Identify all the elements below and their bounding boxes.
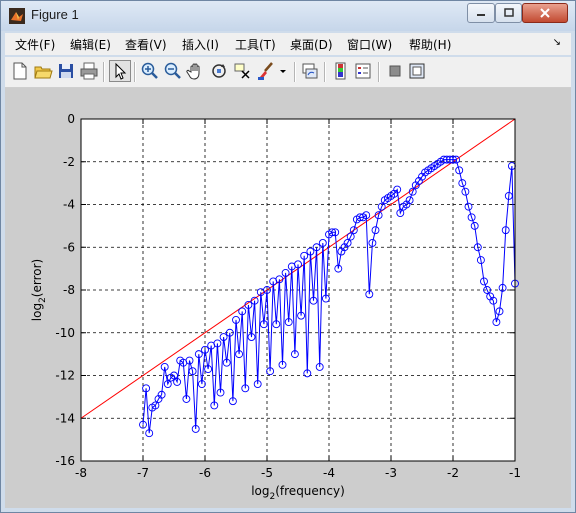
x-tick-label: -2 — [447, 466, 459, 480]
edit-plot-button[interactable] — [109, 60, 131, 82]
plot-axes[interactable]: -8 -7 -6 -5 -4 -3 -2 -10-2-4-6-8-10-12-14-16log… — [5, 88, 571, 508]
x-axis-label: log2(frequency) — [251, 484, 345, 502]
insert-legend-button[interactable] — [353, 61, 373, 81]
rotate-3d-icon — [212, 64, 226, 78]
brush-button[interactable] — [256, 61, 276, 81]
y-tick-label: -6 — [63, 240, 75, 254]
menu-bar: 文件(F) 编辑(E) 查看(V) 插入(I) 工具(T) 桌面(D) 窗口(W… — [5, 33, 571, 55]
colorbar-icon — [335, 62, 346, 80]
chevron-down-icon — [280, 70, 286, 73]
save-button[interactable] — [56, 61, 76, 81]
hide-plot-tools-icon — [389, 65, 401, 77]
menu-edit[interactable]: 编辑(E) — [70, 36, 111, 53]
menu-help[interactable]: 帮助(H) — [409, 36, 451, 53]
zoom-out-icon — [164, 62, 181, 79]
window-title: Figure 1 — [31, 7, 79, 22]
x-tick-label: -4 — [323, 466, 335, 480]
toolbar-separator — [294, 62, 296, 82]
toolbar-separator — [378, 62, 380, 82]
y-tick-label: -2 — [63, 155, 75, 169]
rotate-3d-button[interactable] — [209, 61, 229, 81]
x-tick-label: -8 — [75, 466, 87, 480]
y-tick-label: -12 — [55, 369, 75, 383]
title-bar[interactable]: Figure 1 — [1, 1, 575, 31]
open-file-icon — [34, 66, 53, 79]
new-figure-icon — [13, 62, 27, 80]
x-tick-label: -5 — [261, 466, 273, 480]
y-tick-label: -8 — [63, 283, 75, 297]
brush-icon — [258, 62, 273, 80]
save-icon — [59, 64, 73, 78]
menu-file[interactable]: 文件(F) — [15, 36, 55, 53]
menu-view[interactable]: 查看(V) — [125, 36, 167, 53]
close-icon — [540, 8, 550, 18]
legend-icon — [355, 63, 371, 79]
zoom-in-icon — [141, 62, 158, 79]
show-plot-tools-icon — [409, 63, 425, 79]
brush-dropdown-button[interactable] — [278, 61, 288, 81]
menu-window[interactable]: 窗口(W) — [347, 36, 392, 53]
figure-canvas: -8 -7 -6 -5 -4 -3 -2 -1 0 -2 -4 -6 -8 -10 -12 -14 -16 log… — [5, 88, 571, 508]
y-tick-label: 0 — [67, 112, 75, 126]
y-tick-label: -16 — [55, 454, 75, 468]
toolbar-separator — [103, 62, 105, 82]
minimize-icon — [477, 14, 485, 16]
menu-insert[interactable]: 插入(I) — [182, 36, 219, 53]
show-plot-tools-button[interactable] — [407, 61, 427, 81]
x-tick-label: -6 — [199, 466, 211, 480]
y-axis-label: log2(error) — [30, 259, 48, 321]
x-tick-label: -7 — [137, 466, 149, 480]
data-cursor-button[interactable] — [232, 61, 252, 81]
x-tick-label: -1 — [509, 466, 521, 480]
new-figure-button[interactable] — [10, 61, 30, 81]
maximize-button[interactable] — [495, 3, 522, 23]
y-tick-label: -14 — [55, 411, 75, 425]
menu-dock-arrow-icon[interactable]: ↘ — [553, 37, 561, 48]
minimize-button[interactable] — [467, 3, 495, 23]
matlab-logo-icon — [9, 8, 25, 24]
toolbar-separator — [134, 62, 136, 82]
close-button[interactable] — [522, 3, 568, 23]
link-plot-icon — [302, 63, 318, 79]
pan-button[interactable] — [186, 61, 206, 81]
x-tick-label: -3 — [385, 466, 397, 480]
link-plot-button[interactable] — [300, 61, 320, 81]
insert-colorbar-button[interactable] — [331, 61, 351, 81]
data-cursor-icon — [234, 63, 250, 79]
maximize-icon — [503, 8, 514, 17]
zoom-in-button[interactable] — [140, 61, 160, 81]
print-button[interactable] — [79, 61, 99, 81]
menu-desktop[interactable]: 桌面(D) — [290, 36, 333, 53]
pan-hand-icon — [186, 63, 200, 80]
hide-plot-tools-button[interactable] — [385, 61, 405, 81]
toolbar-separator — [324, 62, 326, 82]
edit-plot-arrow-icon — [115, 62, 127, 80]
open-file-button[interactable] — [33, 61, 53, 81]
figure-window: Figure 1 文件(F) 编辑(E) 查看(V) 插入(I) 工具(T) 桌… — [0, 0, 576, 513]
y-tick-label: -10 — [55, 326, 75, 340]
y-tick-label: -4 — [63, 198, 75, 212]
menu-tools[interactable]: 工具(T) — [235, 36, 276, 53]
print-icon — [80, 62, 98, 80]
zoom-out-button[interactable] — [163, 61, 183, 81]
figure-toolbar — [5, 57, 571, 88]
